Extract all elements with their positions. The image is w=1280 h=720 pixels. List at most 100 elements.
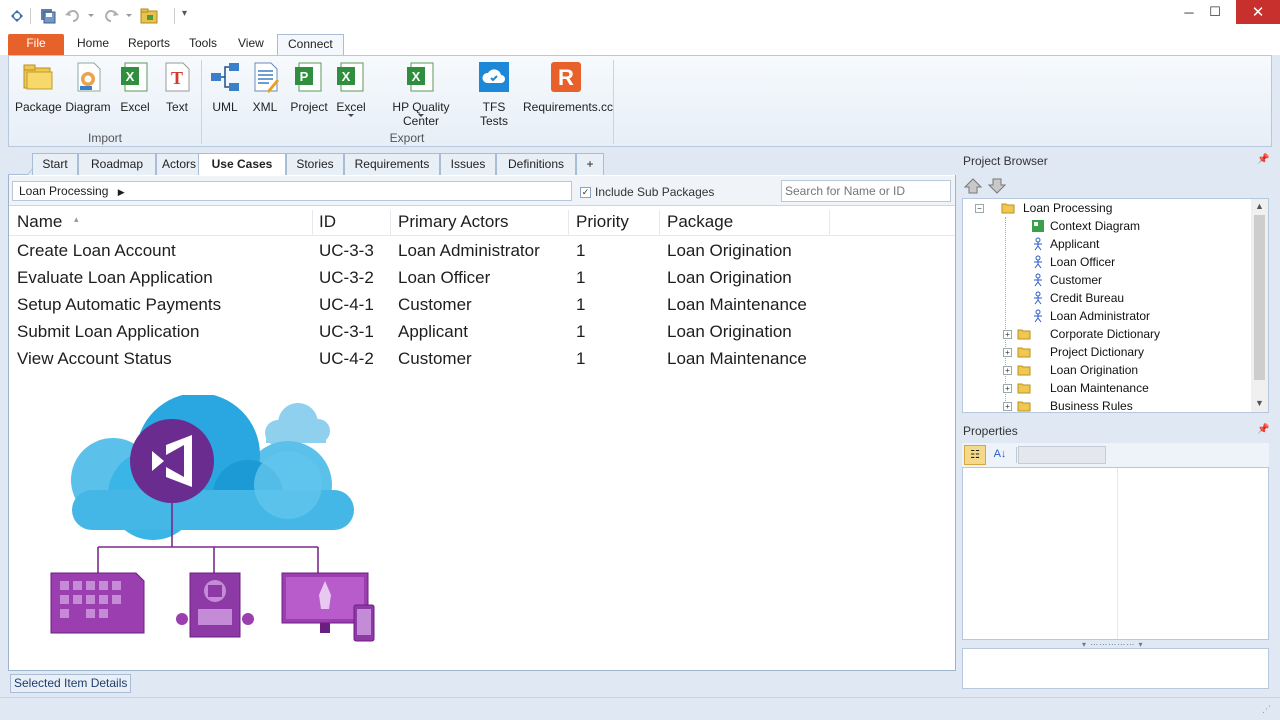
- tab-stories[interactable]: Stories: [286, 153, 344, 175]
- expand-icon[interactable]: +: [1003, 384, 1012, 393]
- cell-package: Loan Origination: [667, 268, 792, 287]
- export-requirements-cc-button[interactable]: R Requirements.cc: [523, 58, 613, 118]
- column-header-primary-actors[interactable]: Primary Actors: [398, 212, 509, 232]
- cell-priority: 1: [576, 241, 586, 260]
- selected-item-details-tab[interactable]: Selected Item Details: [10, 674, 132, 693]
- import-text-button[interactable]: T Text: [159, 58, 195, 118]
- customize-toolbar-icon[interactable]: ▾: [182, 8, 187, 19]
- expand-icon[interactable]: +: [1003, 348, 1012, 357]
- open-folder-icon[interactable]: [140, 7, 158, 25]
- export-uml-button[interactable]: UML: [207, 58, 243, 118]
- redo-dropdown-icon[interactable]: [126, 14, 132, 17]
- tab-view[interactable]: View: [228, 34, 274, 55]
- folder-icon: [1017, 329, 1031, 340]
- tree-item-label: Credit Bureau: [1050, 291, 1125, 305]
- scrollbar-thumb[interactable]: [1254, 215, 1265, 380]
- collapse-icon[interactable]: −: [975, 204, 984, 213]
- redo-icon[interactable]: [102, 7, 120, 25]
- svg-text:X: X: [412, 69, 421, 84]
- undo-icon[interactable]: [64, 7, 82, 25]
- export-project-button[interactable]: P Project: [287, 58, 331, 118]
- tree-item-label: Business Rules: [1050, 399, 1133, 413]
- list-toolbar: Loan Processing ▶ ✓ Include Sub Packages: [9, 176, 955, 206]
- pin-icon[interactable]: 📌: [1257, 154, 1269, 165]
- import-group-label: Import: [87, 131, 122, 145]
- alphabetical-sort-icon[interactable]: A↓: [989, 445, 1011, 465]
- export-excel-button[interactable]: X Excel: [333, 58, 369, 118]
- expand-icon[interactable]: +: [1003, 402, 1012, 411]
- import-excel-button[interactable]: X Excel: [115, 58, 155, 118]
- add-tab-button[interactable]: +: [576, 153, 604, 175]
- status-bar: ⋰: [0, 697, 1280, 720]
- tab-issues[interactable]: Issues: [440, 153, 496, 175]
- tfs-cloud-icon: [479, 62, 509, 92]
- properties-filter-box[interactable]: [1018, 446, 1106, 464]
- table-row[interactable]: Submit Loan Application UC-3-1 Applicant…: [9, 320, 955, 347]
- search-input[interactable]: [781, 180, 951, 202]
- export-xml-button[interactable]: XML: [247, 58, 283, 118]
- folder-icon: [1017, 383, 1031, 394]
- tab-tools[interactable]: Tools: [179, 34, 227, 55]
- maximize-button[interactable]: ☐: [1198, 0, 1232, 24]
- export-hp-quality-center-button[interactable]: X HP Quality Center: [373, 58, 469, 128]
- xml-icon: [254, 62, 279, 93]
- actor-icon: [1034, 237, 1042, 251]
- include-sub-packages-checkbox[interactable]: ✓ Include Sub Packages: [580, 185, 714, 199]
- tab-home[interactable]: Home: [67, 34, 119, 55]
- column-header-priority[interactable]: Priority: [576, 212, 629, 232]
- tree-item-label: Loan Origination: [1050, 363, 1139, 377]
- tab-reports[interactable]: Reports: [118, 34, 180, 55]
- categorized-view-icon[interactable]: ☷: [964, 445, 986, 465]
- close-button[interactable]: ✕: [1236, 0, 1280, 24]
- project-browser-title: Project Browser: [963, 154, 1048, 168]
- pin-icon[interactable]: 📌: [1257, 424, 1269, 435]
- tab-file[interactable]: File: [8, 34, 64, 55]
- import-diagram-label: Diagram: [65, 100, 111, 114]
- tab-start[interactable]: Start: [32, 153, 78, 175]
- table-row[interactable]: Evaluate Loan Application UC-3-2 Loan Of…: [9, 266, 955, 293]
- folder-icon: [1017, 347, 1031, 358]
- app-logo-icon[interactable]: [8, 7, 26, 25]
- cloud-devices-illustration: [50, 395, 375, 642]
- export-uml-label: UML: [212, 100, 238, 114]
- table-row[interactable]: View Account Status UC-4-2 Customer 1 Lo…: [9, 347, 955, 374]
- cell-id: UC-3-3: [319, 241, 374, 260]
- export-tfs-tests-button[interactable]: TFS Tests: [469, 58, 519, 128]
- column-header-id[interactable]: ID: [319, 212, 336, 232]
- import-package-button[interactable]: Package: [15, 58, 62, 118]
- cell-priority: 1: [576, 268, 586, 287]
- cell-name: Setup Automatic Payments: [17, 295, 222, 314]
- breadcrumb[interactable]: Loan Processing ▶: [12, 181, 572, 201]
- export-xml-label: XML: [252, 100, 278, 114]
- scroll-up-icon[interactable]: ▲: [1255, 201, 1264, 211]
- column-header-package[interactable]: Package: [667, 212, 733, 232]
- save-all-icon[interactable]: [39, 7, 57, 25]
- tab-definitions[interactable]: Definitions: [496, 153, 576, 175]
- undo-dropdown-icon[interactable]: [88, 14, 94, 17]
- move-up-icon[interactable]: [963, 178, 983, 194]
- tab-connect[interactable]: Connect: [277, 34, 344, 55]
- cell-id: UC-4-2: [319, 349, 374, 368]
- tree-item-label: Corporate Dictionary: [1050, 327, 1161, 341]
- column-header-name[interactable]: Name: [17, 212, 62, 232]
- scroll-down-icon[interactable]: ▼: [1255, 398, 1264, 408]
- tree-scrollbar[interactable]: ▲ ▼: [1251, 199, 1268, 412]
- tab-roadmap[interactable]: Roadmap: [78, 153, 156, 175]
- expand-icon[interactable]: +: [1003, 330, 1012, 339]
- table-row[interactable]: Setup Automatic Payments UC-4-1 Customer…: [9, 293, 955, 320]
- diagram-icon: [77, 62, 101, 92]
- cell-name: Evaluate Loan Application: [17, 268, 213, 287]
- table-row[interactable]: Create Loan Account UC-3-3 Loan Administ…: [9, 239, 955, 266]
- tab-requirements[interactable]: Requirements: [344, 153, 440, 175]
- svg-text:P: P: [300, 69, 309, 84]
- tab-actors[interactable]: Actors: [156, 153, 202, 175]
- cell-package: Loan Origination: [667, 241, 792, 260]
- project-tree: − Loan Processing Context Diagram Applic…: [962, 198, 1269, 413]
- resize-grip-icon[interactable]: ⋰: [1262, 704, 1271, 715]
- tree-item-label: Context Diagram: [1050, 219, 1141, 233]
- expand-icon[interactable]: +: [1003, 366, 1012, 375]
- tab-use-cases[interactable]: Use Cases: [198, 153, 286, 175]
- import-diagram-button[interactable]: Diagram: [65, 58, 111, 118]
- checkbox-icon: ✓: [580, 186, 591, 198]
- move-down-icon[interactable]: [987, 178, 1007, 194]
